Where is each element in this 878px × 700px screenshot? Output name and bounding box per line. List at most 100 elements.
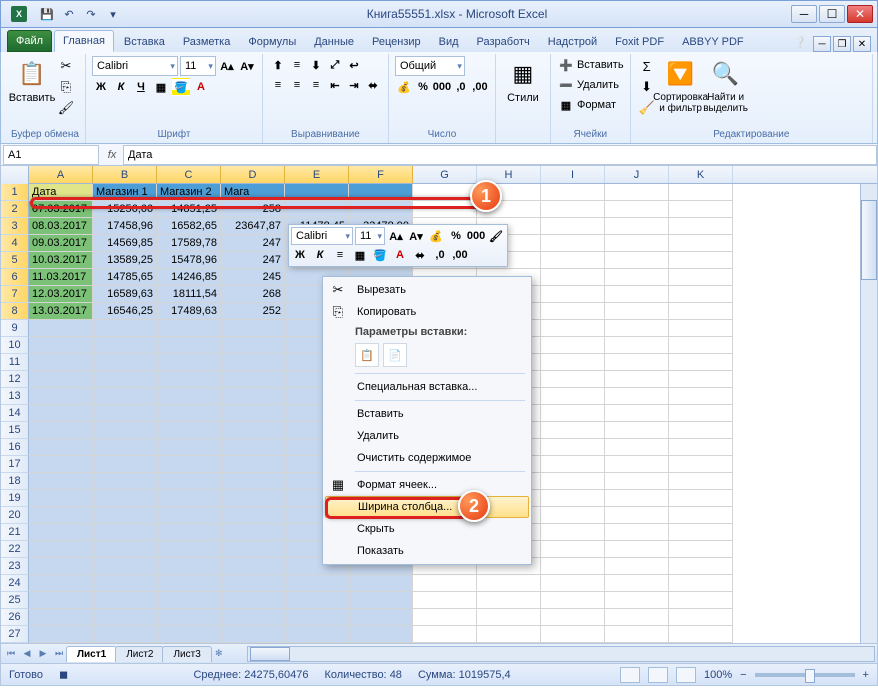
column-header-A[interactable]: A — [29, 166, 93, 183]
cell[interactable] — [93, 558, 157, 575]
cell[interactable] — [93, 490, 157, 507]
row-header-6[interactable]: 6 — [1, 269, 29, 286]
sheet-nav-prev[interactable]: ◀ — [19, 646, 35, 662]
mini-fontcolor[interactable]: A — [391, 246, 409, 264]
grow-font-icon[interactable]: A▴ — [218, 57, 236, 75]
copy-icon[interactable]: ⎘ — [56, 77, 76, 97]
cell[interactable] — [541, 184, 605, 201]
row-header-12[interactable]: 12 — [1, 371, 29, 388]
cell[interactable] — [221, 609, 285, 626]
row-header-8[interactable]: 8 — [1, 303, 29, 320]
cell[interactable] — [669, 320, 733, 337]
ctx-delete[interactable]: Удалить — [325, 425, 529, 447]
cell[interactable] — [669, 541, 733, 558]
mini-align[interactable]: ≡ — [331, 246, 349, 264]
cell[interactable] — [477, 626, 541, 643]
row-header-19[interactable]: 19 — [1, 490, 29, 507]
sheet-nav-next[interactable]: ▶ — [35, 646, 51, 662]
row-header-5[interactable]: 5 — [1, 252, 29, 269]
cell[interactable]: 15256,66 — [93, 201, 157, 218]
row-header-23[interactable]: 23 — [1, 558, 29, 575]
cell[interactable] — [541, 575, 605, 592]
cell[interactable] — [605, 235, 669, 252]
cell[interactable] — [669, 439, 733, 456]
cell[interactable] — [29, 456, 93, 473]
cell[interactable] — [669, 609, 733, 626]
font-name-combo[interactable]: Calibri — [92, 56, 178, 76]
align-left-icon[interactable]: ≡ — [269, 76, 287, 94]
cell[interactable] — [29, 626, 93, 643]
cell[interactable] — [93, 337, 157, 354]
number-format-combo[interactable]: Общий — [395, 56, 465, 76]
cell[interactable] — [221, 320, 285, 337]
mini-incdec[interactable]: ,0 — [431, 246, 449, 264]
column-header-C[interactable]: C — [157, 166, 221, 183]
indent-inc-icon[interactable]: ⇥ — [345, 76, 363, 94]
hscroll-thumb[interactable] — [250, 647, 290, 661]
cell[interactable]: 16546,25 — [93, 303, 157, 320]
cell[interactable] — [221, 371, 285, 388]
ctx-insert[interactable]: Вставить — [325, 403, 529, 425]
column-header-D[interactable]: D — [221, 166, 285, 183]
undo-icon[interactable]: ↶ — [59, 4, 79, 24]
cell[interactable] — [541, 371, 605, 388]
orientation-icon[interactable]: ⤢ — [326, 56, 344, 74]
row-header-20[interactable]: 20 — [1, 507, 29, 524]
cell[interactable]: 10.03.2017 — [29, 252, 93, 269]
cell[interactable] — [669, 626, 733, 643]
cell[interactable] — [605, 422, 669, 439]
horizontal-scrollbar[interactable] — [247, 646, 875, 662]
autosum-icon[interactable]: Σ — [637, 56, 657, 76]
cell[interactable] — [605, 575, 669, 592]
cell[interactable] — [541, 592, 605, 609]
cell[interactable] — [541, 405, 605, 422]
row-header-4[interactable]: 4 — [1, 235, 29, 252]
cell[interactable] — [605, 541, 669, 558]
cell[interactable] — [605, 218, 669, 235]
cell[interactable]: 268 — [221, 286, 285, 303]
cell[interactable] — [669, 490, 733, 507]
mini-formatpainter-icon[interactable]: 🖌 — [487, 227, 505, 245]
cell[interactable] — [669, 473, 733, 490]
cell[interactable] — [93, 609, 157, 626]
column-header-K[interactable]: K — [669, 166, 733, 183]
view-normal-icon[interactable] — [620, 667, 640, 683]
cell[interactable] — [669, 507, 733, 524]
ctx-format-cells[interactable]: ▦Формат ячеек... — [325, 474, 529, 496]
cell[interactable] — [605, 456, 669, 473]
cell[interactable]: 08.03.2017 — [29, 218, 93, 235]
cell[interactable] — [541, 337, 605, 354]
sheet-tab[interactable]: Лист2 — [115, 646, 164, 662]
row-header-1[interactable]: 1 — [1, 184, 29, 201]
cell[interactable] — [157, 456, 221, 473]
cell[interactable] — [669, 201, 733, 218]
percent-icon[interactable]: % — [414, 78, 432, 96]
delete-cells-label[interactable]: Удалить — [577, 79, 619, 91]
fill-color-button[interactable]: 🪣 — [172, 78, 190, 96]
cell[interactable] — [285, 201, 349, 218]
cell[interactable]: 245 — [221, 269, 285, 286]
cell[interactable]: 16589,63 — [93, 286, 157, 303]
mini-border[interactable]: ▦ — [351, 246, 369, 264]
cell[interactable] — [669, 388, 733, 405]
view-pagebreak-icon[interactable] — [676, 667, 696, 683]
cell[interactable] — [157, 405, 221, 422]
row-header-22[interactable]: 22 — [1, 541, 29, 558]
cell[interactable] — [605, 184, 669, 201]
ctx-paste-special[interactable]: Специальная вставка... — [325, 376, 529, 398]
cell[interactable] — [285, 575, 349, 592]
cell[interactable] — [541, 388, 605, 405]
zoom-in-button[interactable]: + — [863, 669, 869, 681]
insert-cells-label[interactable]: Вставить — [577, 59, 624, 71]
tab-file[interactable]: Файл — [7, 30, 52, 52]
cell[interactable] — [93, 575, 157, 592]
styles-button[interactable]: ▦ Стили — [502, 56, 544, 106]
cell[interactable] — [29, 609, 93, 626]
cell[interactable]: 12.03.2017 — [29, 286, 93, 303]
paste-option-2[interactable]: 📄 — [383, 343, 407, 367]
cell[interactable] — [29, 371, 93, 388]
cut-icon[interactable]: ✂ — [56, 56, 76, 76]
align-middle-icon[interactable]: ≡ — [288, 56, 306, 74]
cell[interactable] — [541, 609, 605, 626]
cell[interactable]: Дата — [29, 184, 93, 201]
